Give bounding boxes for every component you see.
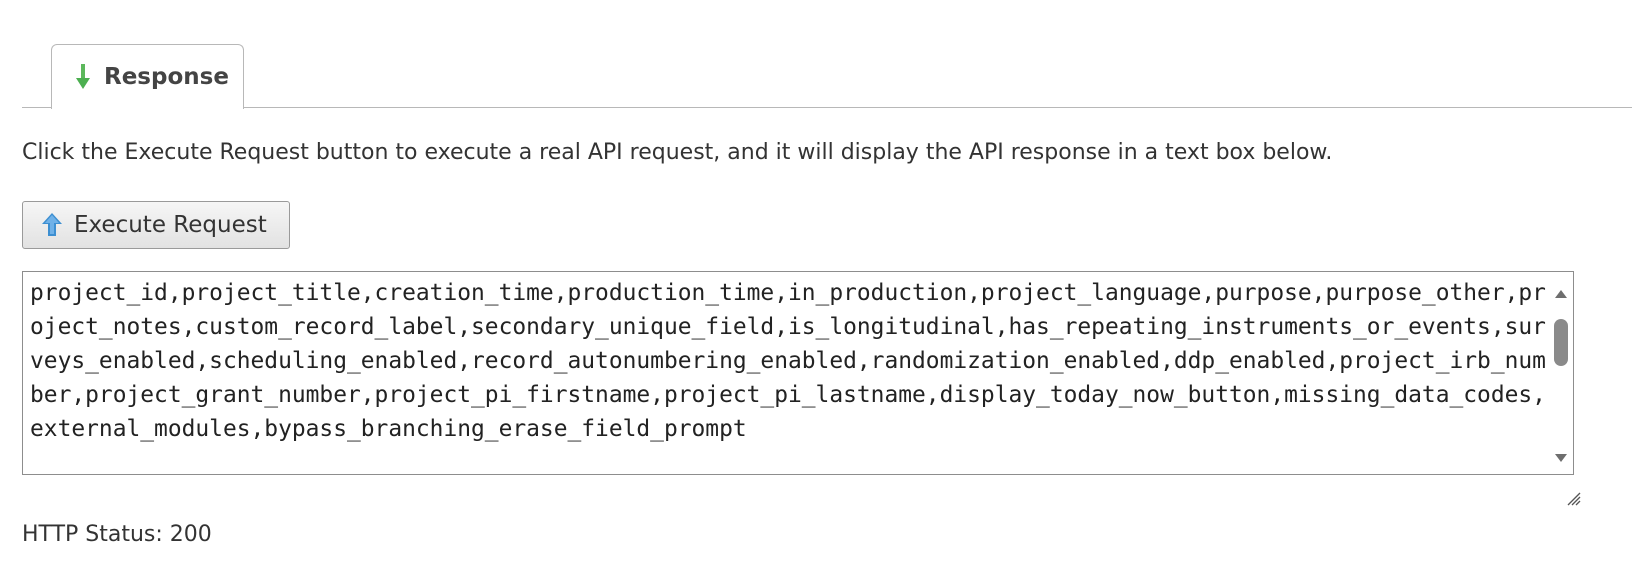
tab-response-label: Response: [104, 64, 229, 90]
response-textarea[interactable]: project_id,project_title,creation_time,p…: [22, 271, 1574, 475]
execute-request-label: Execute Request: [74, 212, 267, 238]
tab-response[interactable]: Response: [51, 44, 244, 109]
instructions-text: Click the Execute Request button to exec…: [22, 140, 1333, 165]
scroll-thumb[interactable]: [1554, 319, 1568, 366]
api-playground-response-panel: Response Click the Execute Request butto…: [0, 0, 1632, 574]
scroll-down-arrow-icon[interactable]: [1555, 454, 1567, 462]
execute-request-button[interactable]: Execute Request: [22, 201, 290, 249]
resize-grip-icon[interactable]: [1565, 490, 1581, 506]
tab-bar: Response: [22, 0, 1632, 109]
response-scrollbar[interactable]: [1549, 272, 1573, 474]
response-text: project_id,project_title,creation_time,p…: [30, 280, 1546, 442]
arrow-down-icon: [76, 64, 90, 89]
arrow-up-icon: [42, 213, 62, 236]
scroll-up-arrow-icon[interactable]: [1555, 290, 1567, 298]
http-status-text: HTTP Status: 200: [22, 522, 212, 547]
